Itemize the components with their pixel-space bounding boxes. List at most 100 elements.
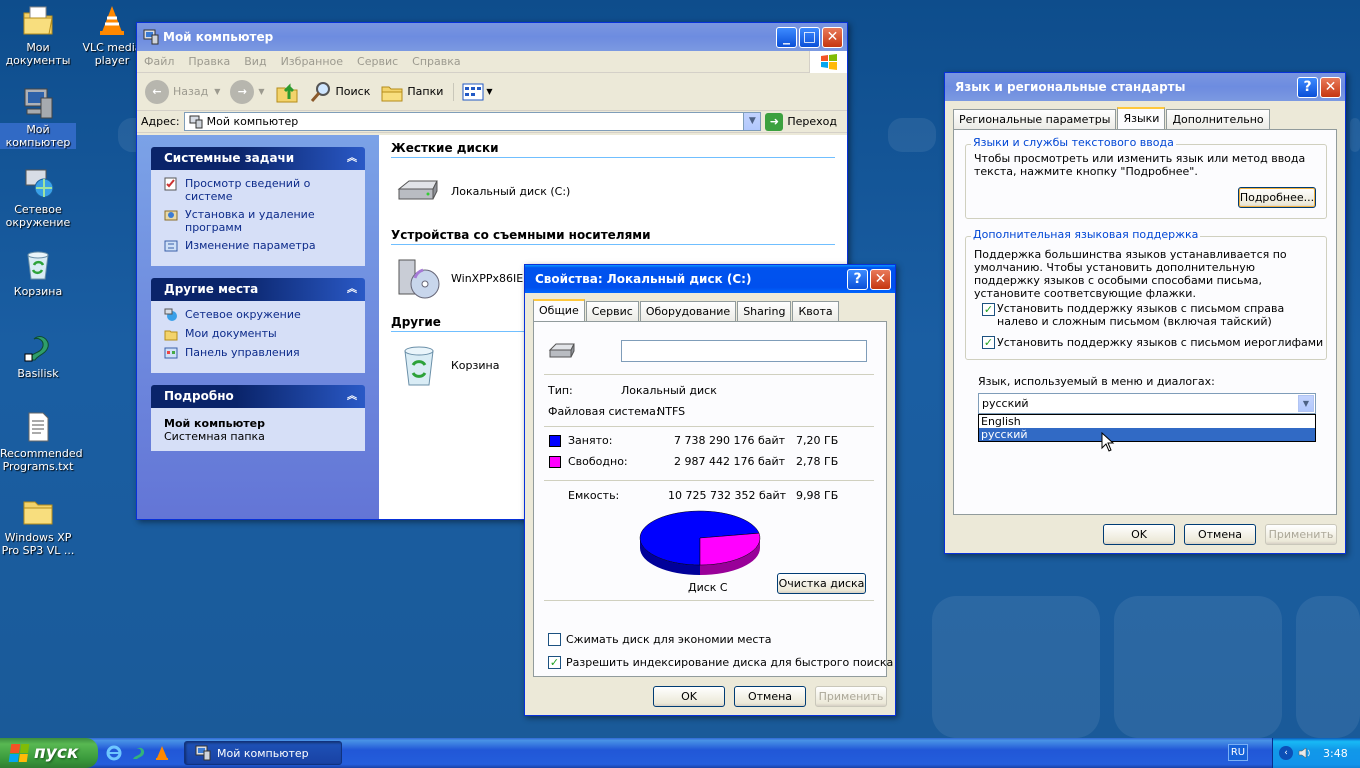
- place-control-panel[interactable]: Панель управления: [164, 346, 359, 360]
- explorer-titlebar[interactable]: Мой компьютер _ □ ✕: [137, 23, 847, 51]
- quick-launch: [98, 745, 178, 761]
- place-my-documents[interactable]: Мои документы: [164, 327, 359, 341]
- tab-quota[interactable]: Квота: [792, 301, 839, 321]
- disk-cleanup-button[interactable]: Очистка диска: [777, 573, 866, 594]
- index-label: Разрешить индексирование диска для быстр…: [566, 656, 894, 669]
- up-folder-button[interactable]: [275, 80, 299, 104]
- volume-icon[interactable]: [1297, 745, 1313, 761]
- details-panel: Подробно ︽ Мой компьютер Системная папка: [151, 385, 365, 451]
- desktop-icon-recommended-programs[interactable]: Recommended Programs.txt: [0, 410, 83, 473]
- apply-button[interactable]: Применить: [1265, 524, 1337, 545]
- help-button[interactable]: ?: [847, 268, 868, 290]
- collapse-chevron-icon[interactable]: ︽: [347, 385, 357, 408]
- basilisk-icon: [21, 330, 55, 364]
- close-button[interactable]: ✕: [1320, 76, 1341, 98]
- chevron-down-icon[interactable]: ▼: [1298, 395, 1314, 412]
- desktop-icon-my-documents[interactable]: Мои документы: [0, 4, 76, 67]
- tab-languages[interactable]: Языки: [1117, 107, 1166, 129]
- place-network[interactable]: Сетевое окружение: [164, 308, 359, 322]
- east-asian-label: Установить поддержку языков с письмом ие…: [997, 336, 1324, 349]
- minimize-button[interactable]: _: [776, 26, 797, 48]
- menu-favorites[interactable]: Избранное: [274, 55, 350, 68]
- props-titlebar[interactable]: Свойства: Локальный диск (C:) ? ✕: [525, 265, 895, 293]
- back-button[interactable]: ← Назад ▼: [145, 79, 220, 104]
- details-desc: Системная папка: [164, 430, 265, 443]
- free-color-swatch: [549, 456, 561, 468]
- task-view-system-info[interactable]: Просмотр сведений о системе: [164, 177, 359, 203]
- option-english[interactable]: English: [979, 415, 1315, 428]
- disk-properties-dialog[interactable]: Свойства: Локальный диск (C:) ? ✕ Общие …: [524, 264, 896, 716]
- details-button[interactable]: Подробнее...: [1238, 187, 1316, 208]
- maximize-button[interactable]: □: [799, 26, 820, 48]
- tab-tools[interactable]: Сервис: [585, 301, 639, 321]
- collapse-chevron-icon[interactable]: ︽: [347, 147, 357, 170]
- control-panel-icon: [164, 346, 180, 360]
- forward-arrow-icon: →: [230, 79, 255, 104]
- taskbar-item-my-computer[interactable]: Мой компьютер: [184, 741, 342, 765]
- close-button[interactable]: ✕: [822, 26, 843, 48]
- show-hidden-icons-chevron-icon[interactable]: ‹: [1279, 746, 1293, 760]
- ui-language-dropdown-list[interactable]: English русский: [978, 414, 1316, 442]
- capacity-label: Емкость:: [568, 489, 620, 502]
- forward-button[interactable]: → ▼: [230, 79, 265, 104]
- text-services-desc: Чтобы просмотреть или изменить язык или …: [974, 152, 1306, 178]
- tab-advanced[interactable]: Дополнительно: [1166, 109, 1270, 129]
- complex-script-checkbox[interactable]: ✓: [982, 303, 995, 316]
- lang-titlebar[interactable]: Язык и региональные стандарты ? ✕: [945, 73, 1345, 101]
- system-tasks-header[interactable]: Системные задачи ︽: [151, 147, 365, 170]
- other-places-header[interactable]: Другие места ︽: [151, 278, 365, 301]
- tab-regional-options[interactable]: Региональные параметры: [953, 109, 1117, 129]
- clock[interactable]: 3:48: [1323, 747, 1348, 760]
- lang-tabs: Региональные параметры Языки Дополнитель…: [953, 107, 1271, 129]
- option-russian[interactable]: русский: [979, 428, 1315, 441]
- menu-edit[interactable]: Правка: [181, 55, 237, 68]
- index-checkbox[interactable]: ✓: [548, 656, 561, 669]
- cancel-button[interactable]: Отмена: [1184, 524, 1256, 545]
- tab-sharing[interactable]: Sharing: [737, 301, 792, 321]
- menu-tools[interactable]: Сервис: [350, 55, 405, 68]
- close-button[interactable]: ✕: [870, 268, 891, 290]
- desktop-icon-basilisk[interactable]: Basilisk: [0, 330, 76, 380]
- desktop-icon-network[interactable]: Сетевое окружение: [0, 166, 76, 229]
- language-indicator[interactable]: RU: [1228, 744, 1248, 761]
- search-button[interactable]: Поиск: [309, 80, 370, 104]
- folders-button[interactable]: Папки: [380, 80, 443, 104]
- apply-button[interactable]: Применить: [815, 686, 887, 707]
- ok-button[interactable]: OK: [1103, 524, 1175, 545]
- task-change-setting[interactable]: Изменение параметра: [164, 239, 359, 253]
- tab-hardware[interactable]: Оборудование: [639, 301, 737, 321]
- mouse-cursor-icon: [1101, 432, 1115, 452]
- east-asian-checkbox[interactable]: ✓: [982, 336, 995, 349]
- system-info-icon: [164, 177, 180, 191]
- vlc-cone-icon[interactable]: [154, 745, 170, 761]
- basilisk-icon[interactable]: [130, 745, 146, 761]
- menu-file[interactable]: Файл: [137, 55, 181, 68]
- hard-drive-icon: [548, 340, 578, 362]
- details-header[interactable]: Подробно ︽: [151, 385, 365, 408]
- desktop-icon-winxp-folder[interactable]: Windows XP Pro SP3 VL ...: [0, 494, 76, 557]
- ie-browser-icon[interactable]: [106, 745, 122, 761]
- cancel-button[interactable]: Отмена: [734, 686, 806, 707]
- volume-label-input[interactable]: [621, 340, 867, 362]
- menu-view[interactable]: Вид: [237, 55, 273, 68]
- ui-language-select[interactable]: русский ▼: [978, 393, 1316, 414]
- menu-help[interactable]: Справка: [405, 55, 467, 68]
- go-button[interactable]: ➜ Переход: [765, 112, 843, 131]
- explorer-title: Мой компьютер: [163, 30, 274, 44]
- collapse-chevron-icon[interactable]: ︽: [347, 278, 357, 301]
- group-hard-disks: Жесткие диски: [391, 141, 835, 158]
- start-button[interactable]: пуск: [0, 738, 98, 768]
- compress-checkbox[interactable]: [548, 633, 561, 646]
- desktop-icon-recycle-bin[interactable]: Корзина: [0, 248, 76, 298]
- address-dropdown-icon[interactable]: ▼: [743, 113, 761, 130]
- ok-button[interactable]: OK: [653, 686, 725, 707]
- regional-settings-dialog[interactable]: Язык и региональные стандарты ? ✕ Регион…: [944, 72, 1346, 554]
- views-button[interactable]: ▼: [453, 82, 493, 101]
- task-add-remove-programs[interactable]: Установка и удаление программ: [164, 208, 359, 234]
- tab-general[interactable]: Общие: [533, 299, 585, 321]
- address-input[interactable]: Мой компьютер ▼: [183, 112, 762, 131]
- desktop-icon-my-computer[interactable]: Мой компьютер: [0, 86, 76, 149]
- free-label: Свободно:: [568, 455, 628, 468]
- item-local-disk-c[interactable]: Локальный диск (C:): [391, 166, 835, 216]
- help-button[interactable]: ?: [1297, 76, 1318, 98]
